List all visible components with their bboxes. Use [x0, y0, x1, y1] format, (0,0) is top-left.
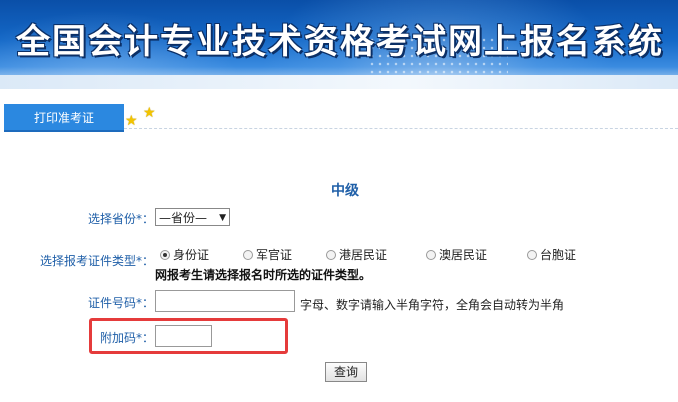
radio-option-taiwan[interactable]: 台胞证: [527, 246, 576, 263]
radio-option-id-card[interactable]: 身份证: [160, 246, 209, 263]
banner-strip: [0, 75, 678, 89]
query-button[interactable]: 查询: [325, 362, 367, 382]
dropdown-arrow-icon: ▼: [219, 213, 226, 223]
id-type-note: 网报考生请选择报名时所选的证件类型。: [155, 268, 372, 282]
level-title: 中级: [331, 183, 359, 199]
province-label: 选择省份*：: [88, 212, 155, 226]
captcha-input[interactable]: [155, 325, 212, 347]
site-title: 全国会计专业技术资格考试网上报名系统: [16, 22, 664, 62]
radio-option-hk[interactable]: 港居民证: [326, 246, 387, 263]
radio-option-military[interactable]: 军官证: [243, 246, 292, 263]
tab-divider: [124, 128, 678, 129]
radio-button[interactable]: [426, 250, 436, 260]
radio-button[interactable]: [326, 250, 336, 260]
star-icon: ★: [125, 113, 138, 129]
radio-option-macau[interactable]: 澳居民证: [426, 246, 487, 263]
header-banner: 全国会计专业技术资格考试网上报名系统: [0, 0, 678, 89]
id-type-label: 选择报考证件类型*：: [40, 254, 155, 268]
radio-button[interactable]: [160, 250, 170, 260]
id-number-label: 证件号码*：: [88, 296, 155, 310]
radio-button[interactable]: [527, 250, 537, 260]
tab-print-admission[interactable]: 打印准考证: [4, 104, 124, 132]
radio-button[interactable]: [243, 250, 253, 260]
province-select[interactable]: —省份— ▼: [155, 208, 230, 226]
tab-bar: 打印准考证: [0, 104, 678, 132]
id-number-input[interactable]: [155, 290, 295, 312]
captcha-label: 附加码*：: [100, 331, 155, 345]
star-icon: ★: [143, 105, 156, 121]
id-number-hint: 字母、数字请输入半角字符，全角会自动转为半角: [300, 298, 565, 312]
